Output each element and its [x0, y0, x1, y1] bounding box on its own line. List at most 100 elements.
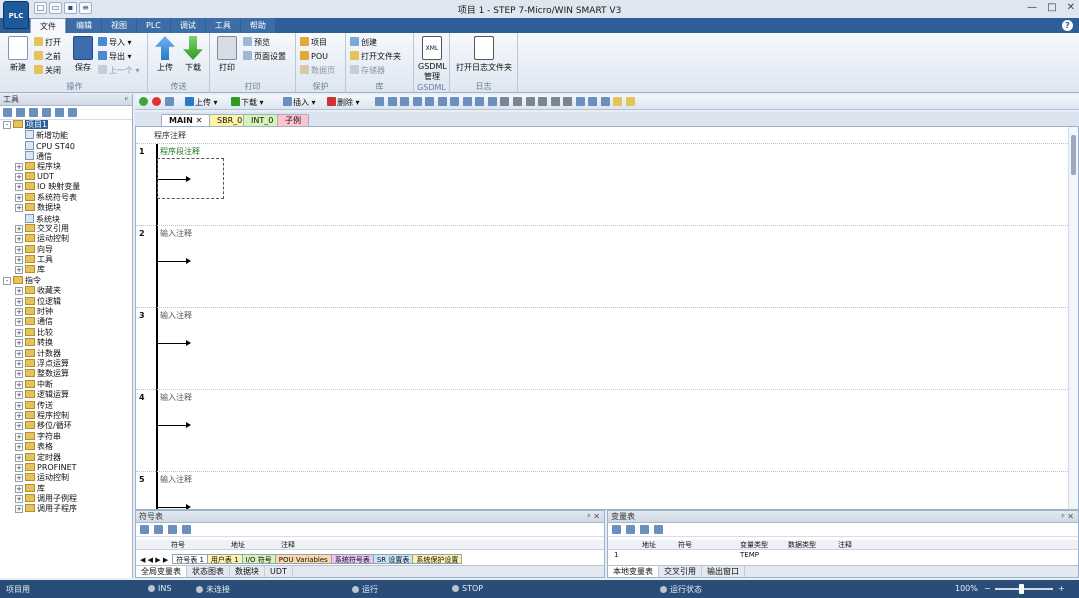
tab-debug[interactable]: 调试 [170, 18, 205, 33]
tree-item[interactable]: + 运动控制 [0, 473, 132, 483]
filter-icon[interactable] [182, 525, 191, 534]
bookmark-icon[interactable] [387, 97, 397, 106]
tab-user-table-1[interactable]: 用户表 1 [206, 554, 243, 564]
tab-sr-settings[interactable]: SR 设置表 [372, 554, 414, 564]
tree-item[interactable]: - 指令 [0, 275, 132, 286]
previous-button[interactable]: 之前 [34, 51, 61, 62]
compile-icon[interactable] [165, 97, 175, 108]
delete-row-icon[interactable] [154, 525, 163, 534]
status-icon[interactable] [462, 97, 472, 106]
run-icon[interactable] [139, 97, 149, 108]
expand-icon[interactable]: + [15, 359, 23, 368]
tree-item[interactable]: - 项目1 [0, 120, 132, 130]
tab-udt[interactable]: UDT [265, 566, 293, 577]
expand-icon[interactable]: + [15, 172, 23, 181]
tree-item[interactable]: + 传送 [0, 400, 132, 411]
tree-item[interactable]: + 程序控制 [0, 410, 132, 421]
tab-status-chart[interactable]: 状态图表 [187, 566, 230, 577]
tree-item[interactable]: + 计数器 [0, 348, 132, 359]
tree-item[interactable]: + UDT [0, 171, 132, 182]
tab-io-symbols[interactable]: I/O 符号 [241, 554, 276, 564]
sort-icon[interactable] [168, 525, 177, 534]
create-library-button[interactable]: 创建 [350, 37, 377, 48]
tree-item[interactable]: + 调用子程序 [0, 504, 132, 514]
ladder-network[interactable]: 3 输入注释 [136, 307, 1068, 390]
tab-plc[interactable]: PLC [137, 18, 170, 33]
protect-project-button[interactable]: 项目 [300, 37, 327, 48]
tab-main[interactable]: MAIN ✕ [161, 114, 211, 126]
expand-icon[interactable]: + [15, 193, 23, 202]
tab-view[interactable]: 视图 [102, 18, 136, 33]
box-icon[interactable] [563, 97, 573, 106]
tree-item[interactable]: + IO 映射变量 [0, 182, 132, 192]
expand-icon[interactable]: + [15, 411, 23, 420]
expand-icon[interactable]: + [15, 328, 23, 337]
gsdml-manage-button[interactable]: XML GSDML 管理 [418, 36, 447, 82]
expand-icon[interactable]: + [15, 183, 23, 192]
tab-edit[interactable]: 编辑 [67, 18, 101, 33]
upload-button[interactable]: 上传 [152, 36, 178, 73]
editor-vertical-scrollbar[interactable] [1068, 127, 1078, 509]
expand-icon[interactable]: + [15, 308, 23, 317]
tree-item[interactable]: 通信 [0, 151, 132, 161]
delete-var-icon[interactable] [626, 525, 635, 534]
tree-item[interactable]: + 浮点运算 [0, 358, 132, 369]
table-row[interactable]: 1 TEMP [608, 551, 1078, 560]
pause-icon[interactable] [450, 97, 460, 106]
line-right-icon[interactable] [525, 97, 535, 106]
tree-item[interactable]: + 表格 [0, 442, 132, 452]
expand-icon[interactable]: + [15, 297, 23, 306]
open-button[interactable]: 打开 [34, 37, 61, 48]
import-button[interactable]: 导入 ▾ [98, 37, 132, 48]
page-setup-button[interactable]: 页面设置 [243, 51, 286, 62]
ladder-network[interactable]: 5 输入注释 [136, 471, 1068, 509]
comment-icon[interactable] [425, 97, 435, 106]
tab-symbol-table-1[interactable]: 符号表 1 [172, 554, 208, 564]
expand-icon[interactable]: + [15, 224, 23, 233]
line-left-icon[interactable] [513, 97, 523, 106]
network-comment[interactable]: 输入注释 [160, 310, 192, 321]
tree-item[interactable]: + 库 [0, 265, 132, 275]
symbol-info-icon[interactable] [600, 97, 610, 106]
settings-icon[interactable] [625, 97, 635, 106]
expand-icon[interactable]: + [15, 370, 23, 379]
insert-var-icon[interactable] [640, 525, 649, 534]
tab-local-vars[interactable]: 本地变量表 [608, 566, 659, 577]
pin-icon[interactable]: ᵖ [125, 94, 128, 106]
line-down-icon[interactable] [538, 97, 548, 106]
tree-item[interactable]: + 位逻辑 [0, 296, 132, 307]
tree-item[interactable]: + 系统符号表 [0, 192, 132, 203]
tree-item[interactable]: + 运动控制 [0, 234, 132, 244]
expand-icon[interactable]: + [15, 391, 23, 400]
last-button[interactable]: 上一个 ▾ [98, 65, 140, 76]
tree-tool-icon[interactable] [55, 108, 64, 117]
tree-tool-icon[interactable] [3, 108, 12, 117]
network-icon[interactable] [375, 97, 384, 106]
tree-item[interactable]: + 中断 [0, 379, 132, 390]
pou-comment-icon[interactable] [575, 97, 585, 106]
tab-nav-arrows[interactable]: ◀ ◀ ▶ ▶ [136, 556, 172, 564]
app-logo[interactable]: PLC [3, 1, 29, 29]
tab-pou-variables[interactable]: POU Variables [274, 554, 332, 564]
force-icon[interactable] [475, 97, 485, 106]
tree-item[interactable]: + 收藏夹 [0, 286, 132, 296]
help-icon[interactable]: ? [1062, 20, 1073, 31]
ladder-network[interactable]: 1 程序段注释 [136, 143, 1068, 226]
expand-icon[interactable]: + [15, 495, 23, 504]
toolbar-insert-button[interactable]: 插入 ▾ [283, 97, 316, 108]
tree-item[interactable]: + 交叉引用 [0, 223, 132, 234]
close-button[interactable]: ✕ [1067, 2, 1075, 13]
tab-tools[interactable]: 工具 [205, 18, 240, 33]
selection-cursor[interactable] [157, 158, 224, 199]
expand-icon[interactable]: + [15, 162, 23, 171]
close-tab-icon[interactable]: ✕ [196, 116, 203, 125]
expand-icon[interactable]: + [15, 443, 23, 452]
panel-close-icon[interactable]: ᵖ ✕ [587, 511, 600, 523]
expand-icon[interactable]: + [15, 505, 23, 514]
tree-item[interactable]: CPU ST40 [0, 140, 132, 151]
tree-item[interactable]: 系统块 [0, 213, 132, 224]
properties-icon[interactable] [613, 97, 623, 106]
tab-output-window[interactable]: 输出窗口 [702, 566, 745, 577]
save-button[interactable]: 保存 [70, 36, 96, 73]
add-var-icon[interactable] [612, 525, 621, 534]
